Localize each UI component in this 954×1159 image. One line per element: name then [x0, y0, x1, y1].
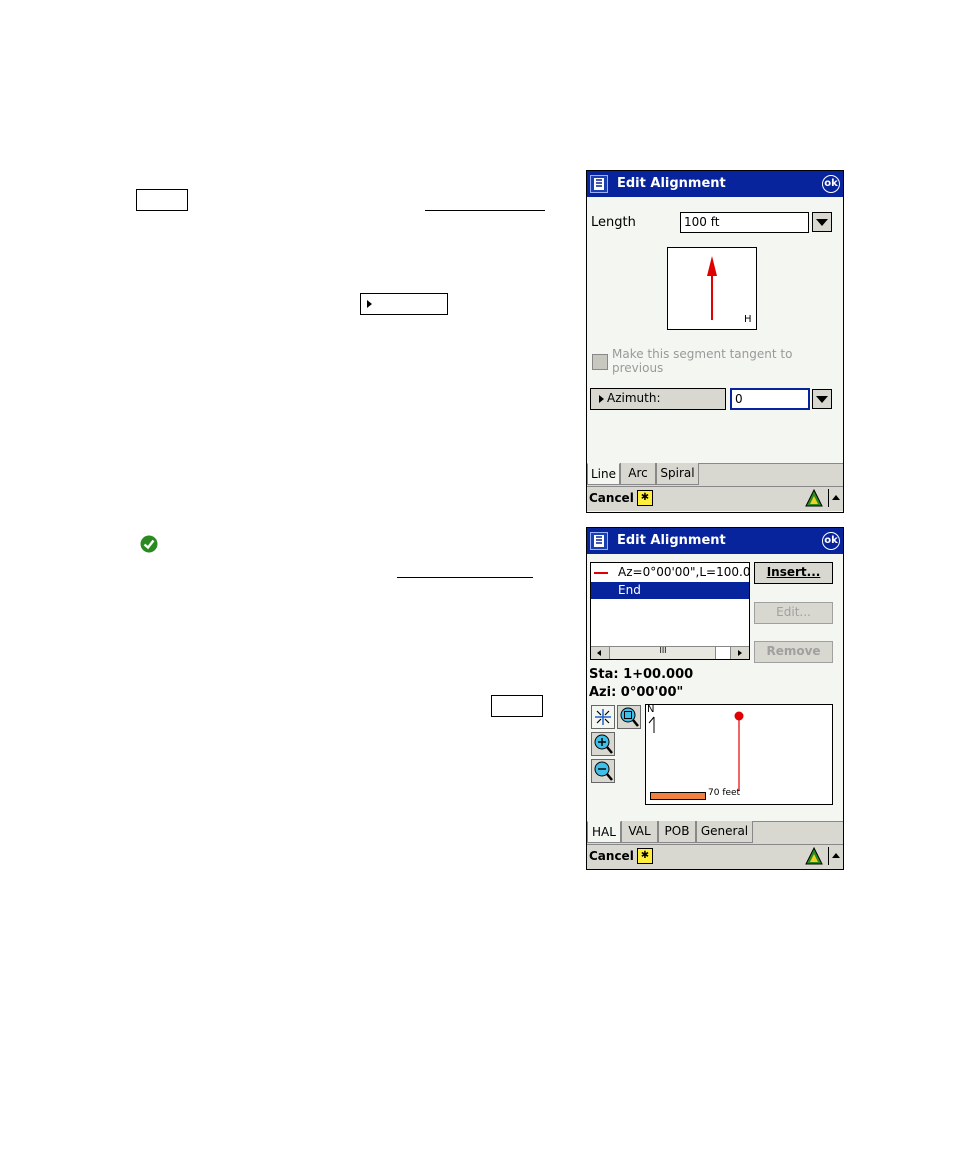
triangle-right-icon — [599, 394, 604, 403]
separator — [828, 489, 829, 507]
app-logo-icon[interactable] — [590, 175, 608, 193]
tab-val[interactable]: VAL — [621, 821, 658, 843]
azimuth-text: Azi: 0°00'00" — [589, 685, 684, 700]
sip-keyboard-icon[interactable]: ✱ — [637, 848, 653, 864]
segment-preview: H — [667, 247, 757, 330]
azimuth-selector-button[interactable]: Azimuth: — [590, 388, 726, 410]
list-item-label: Az=0°00'00",L=100.0 — [618, 565, 750, 579]
app-triangle-icon[interactable] — [805, 846, 823, 869]
placeholder-key-box-2 — [491, 695, 543, 717]
blank-underline-1 — [425, 210, 545, 211]
map-view[interactable]: N 70 feet — [645, 704, 833, 805]
zoom-out-icon[interactable] — [591, 759, 615, 783]
scale-bar — [650, 792, 706, 800]
tab-bar: Line Arc Spiral — [587, 463, 843, 486]
scale-label: 70 feet — [708, 788, 741, 798]
scroll-thumb-grip[interactable]: III — [611, 646, 715, 655]
horizontal-scrollbar[interactable]: III — [591, 646, 749, 659]
remove-button-label: Remove — [766, 644, 821, 658]
tab-general[interactable]: General — [696, 821, 753, 843]
tab-arc[interactable]: Arc — [620, 463, 656, 485]
zoom-in-icon[interactable] — [591, 732, 615, 756]
length-dropdown-button[interactable] — [812, 212, 832, 232]
command-bar: Cancel ✱ — [587, 844, 843, 869]
title-bar: Edit Alignment ok — [587, 528, 843, 554]
azimuth-label: Azimuth: — [607, 391, 661, 405]
segment-list[interactable]: Az=0°00'00",L=100.0 End III — [590, 562, 750, 660]
length-label: Length — [591, 215, 636, 230]
sip-up-arrow-icon[interactable] — [832, 495, 840, 500]
separator — [828, 847, 829, 865]
app-logo-icon[interactable] — [590, 532, 608, 550]
azimuth-input[interactable]: 0 — [730, 388, 810, 410]
screen-edit-alignment-line: Edit Alignment ok Length 100 ft H Make t… — [586, 170, 844, 513]
placeholder-azimuth-box — [360, 293, 448, 315]
tab-line[interactable]: Line — [587, 463, 620, 485]
tab-bar: HAL VAL POB General — [587, 821, 843, 844]
remove-button[interactable]: Remove — [754, 641, 833, 663]
scroll-thumb[interactable] — [715, 647, 730, 659]
edit-button-label: Edit... — [776, 605, 811, 619]
tab-pob[interactable]: POB — [658, 821, 696, 843]
command-bar: Cancel ✱ — [587, 486, 843, 511]
zoom-window-icon[interactable] — [617, 705, 641, 729]
cancel-button[interactable]: Cancel — [589, 849, 634, 863]
tangent-checkbox[interactable] — [592, 354, 608, 370]
scroll-right-icon[interactable] — [730, 647, 749, 659]
blank-underline-2 — [397, 577, 533, 578]
preview-label: H — [744, 314, 752, 325]
station-text: Sta: 1+00.000 — [589, 667, 694, 682]
placeholder-key-box-1 — [136, 189, 188, 211]
insert-button-label: Insert... — [766, 565, 821, 579]
cancel-button[interactable]: Cancel — [589, 491, 634, 505]
zoom-extents-icon[interactable] — [591, 705, 615, 729]
screen-edit-alignment-hal: Edit Alignment ok Az=0°00'00",L=100.0 En… — [586, 527, 844, 870]
scroll-left-icon[interactable] — [591, 647, 610, 659]
edit-button[interactable]: Edit... — [754, 602, 833, 624]
sip-up-arrow-icon[interactable] — [832, 853, 840, 858]
title-bar: Edit Alignment ok — [587, 171, 843, 197]
tangent-checkbox-label: Make this segment tangent to previous — [612, 347, 793, 375]
tab-spiral[interactable]: Spiral — [656, 463, 699, 485]
triangle-right-icon — [367, 300, 372, 308]
ok-button[interactable]: ok — [822, 532, 840, 550]
insert-button[interactable]: Insert... — [754, 562, 833, 584]
list-item-label: End — [618, 583, 641, 597]
alignment-arrow — [707, 256, 717, 320]
tab-hal[interactable]: HAL — [587, 821, 621, 843]
azimuth-dropdown-button[interactable] — [812, 389, 832, 409]
ok-button[interactable]: ok — [822, 175, 840, 193]
window-title: Edit Alignment — [617, 533, 726, 548]
check-icon — [140, 535, 158, 553]
sip-keyboard-icon[interactable]: ✱ — [637, 490, 653, 506]
list-item[interactable]: Az=0°00'00",L=100.0 — [591, 564, 749, 581]
length-input[interactable]: 100 ft — [680, 212, 809, 233]
window-title: Edit Alignment — [617, 176, 726, 191]
red-line-icon — [594, 572, 608, 574]
list-item-selected[interactable]: End — [591, 582, 749, 599]
app-triangle-icon[interactable] — [805, 488, 823, 511]
